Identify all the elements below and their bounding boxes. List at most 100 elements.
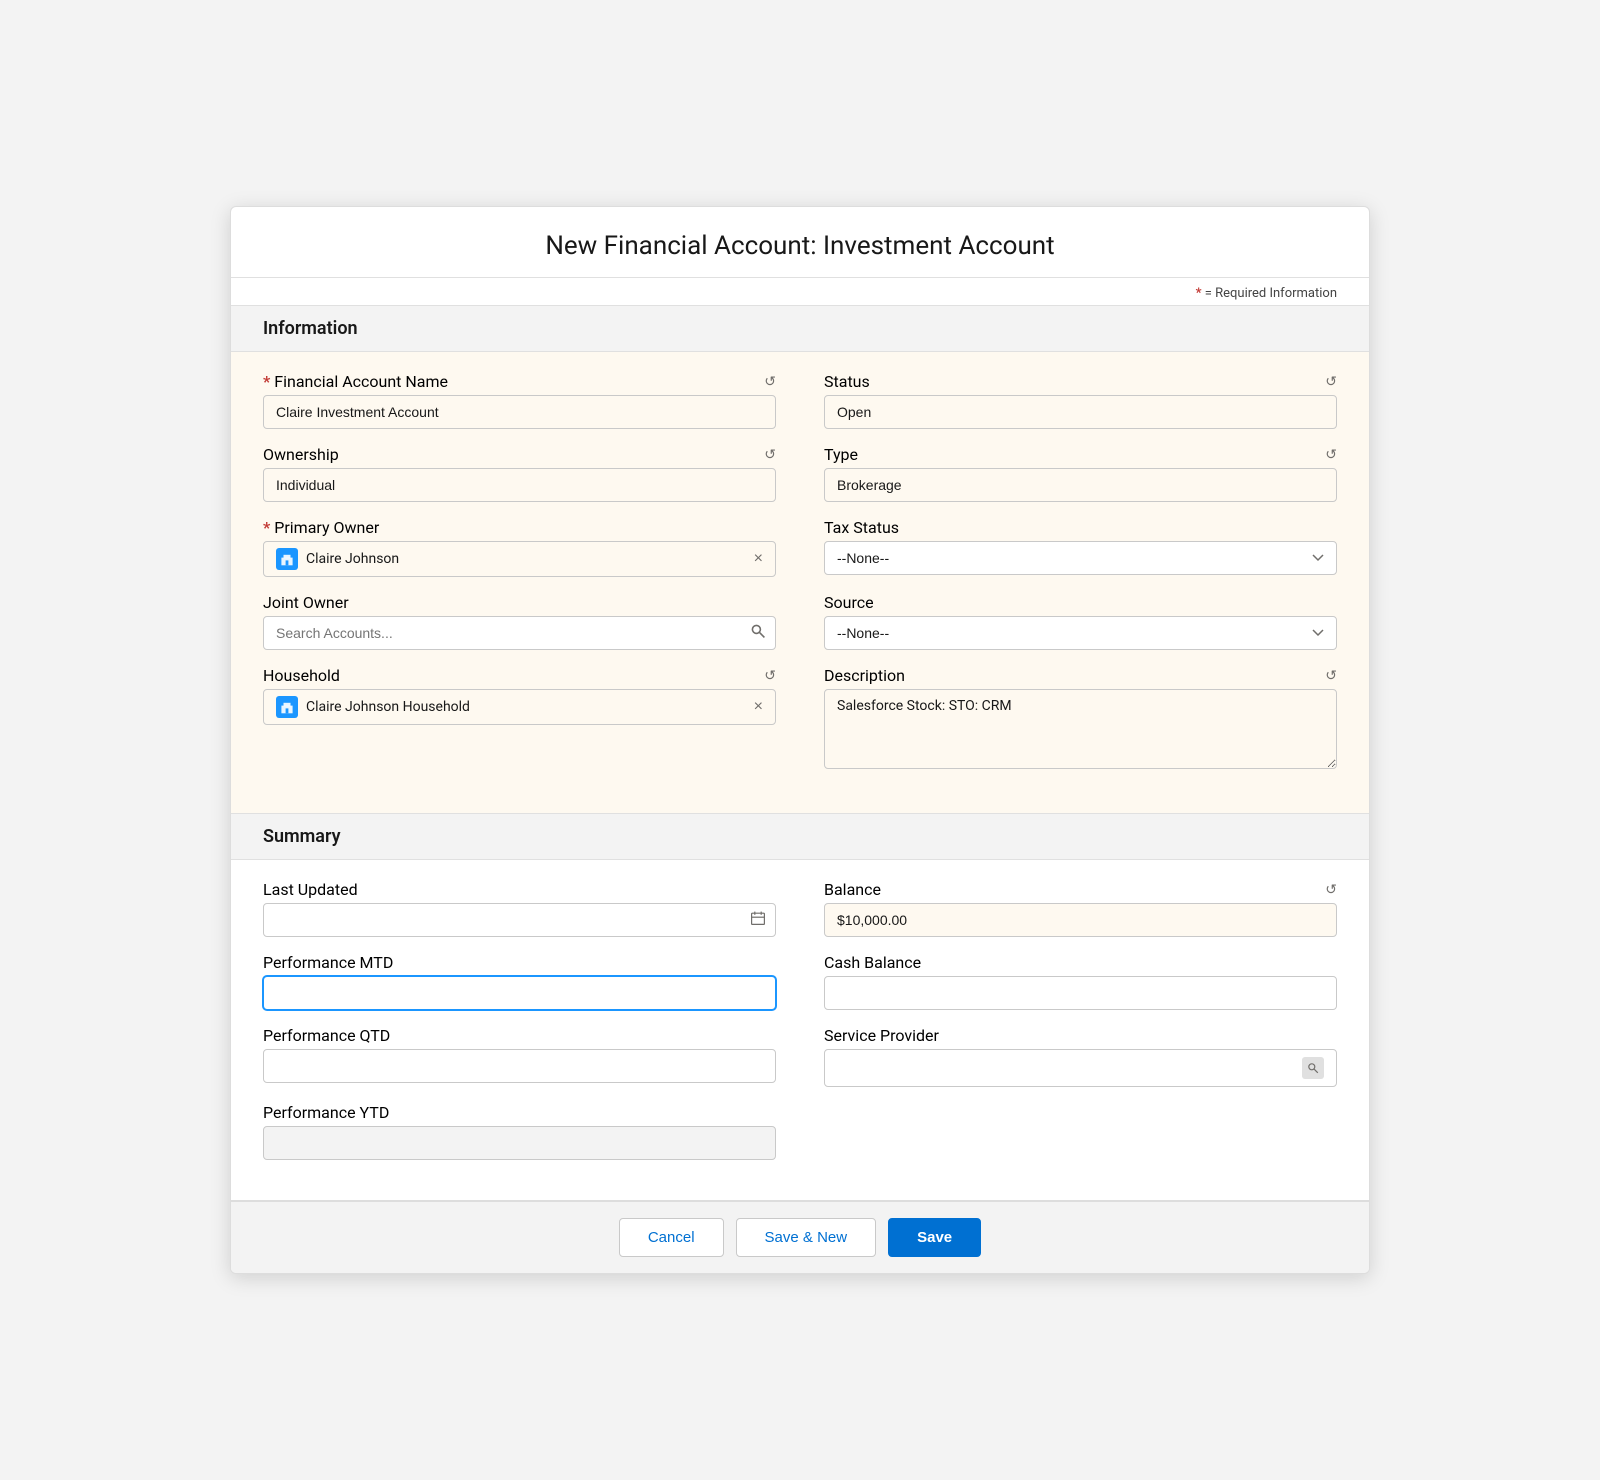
required-star-primary-owner: * [263, 518, 270, 537]
label-cash-balance: Cash Balance [824, 953, 921, 972]
building-icon [280, 552, 294, 566]
field-ownership: Ownership ↺ Individual Joint Other [263, 445, 776, 502]
field-financial-account-name: * Financial Account Name ↺ [263, 372, 776, 429]
section-information-header: Information [231, 305, 1369, 352]
field-label-row-ownership: Ownership ↺ [263, 445, 776, 464]
lookup-icon [1307, 1062, 1319, 1074]
required-asterisk: * [1196, 286, 1202, 301]
field-performance-qtd: Performance QTD [263, 1026, 776, 1087]
field-type: Type ↺ Brokerage IRA 401k Other [824, 445, 1337, 502]
household-icon [276, 696, 298, 718]
required-star-account-name: * [263, 372, 270, 391]
field-label-row-last-updated: Last Updated [263, 880, 776, 899]
section-summary-header: Summary [231, 813, 1369, 860]
select-ownership[interactable]: Individual Joint Other [263, 468, 776, 502]
field-status: Status ↺ Open Closed Pending [824, 372, 1337, 429]
field-primary-owner: * Primary Owner Claire Johnson × [263, 518, 776, 577]
select-status[interactable]: Open Closed Pending [824, 395, 1337, 429]
select-source[interactable]: --None-- Referral Direct [824, 616, 1337, 650]
input-financial-account-name[interactable] [263, 395, 776, 429]
section-information-body: * Financial Account Name ↺ Status ↺ Open… [231, 352, 1369, 813]
modal-title: New Financial Account: Investment Accoun… [263, 231, 1337, 261]
reset-type[interactable]: ↺ [1325, 446, 1337, 463]
field-service-provider: Service Provider [824, 1026, 1337, 1087]
input-joint-owner[interactable] [263, 616, 776, 650]
label-type: Type [824, 445, 858, 464]
reset-status[interactable]: ↺ [1325, 373, 1337, 390]
required-note: * = Required Information [231, 278, 1369, 305]
lookup-household[interactable]: Claire Johnson Household × [263, 689, 776, 725]
section-summary-label: Summary [263, 826, 341, 847]
field-last-updated: Last Updated [263, 880, 776, 937]
input-performance-mtd[interactable] [263, 976, 776, 1010]
primary-owner-value: Claire Johnson [306, 551, 746, 567]
calendar-icon[interactable] [750, 910, 766, 930]
select-tax-status[interactable]: --None-- Taxable Tax-Exempt [824, 541, 1337, 575]
field-household: Household ↺ Claire Johnson Household × [263, 666, 776, 773]
save-button[interactable]: Save [888, 1218, 981, 1257]
label-last-updated: Last Updated [263, 880, 358, 899]
field-performance-ytd: Performance YTD [263, 1103, 776, 1160]
label-household: Household [263, 666, 340, 685]
field-label-row-balance: Balance ↺ [824, 880, 1337, 899]
spacer-right [824, 1103, 1337, 1160]
input-performance-ytd[interactable] [263, 1126, 776, 1160]
lookup-service-provider[interactable] [824, 1049, 1337, 1087]
field-description: Description ↺ Salesforce Stock: STO: CRM [824, 666, 1337, 773]
reset-financial-account-name[interactable]: ↺ [764, 373, 776, 390]
input-balance[interactable] [824, 903, 1337, 937]
textarea-description[interactable]: Salesforce Stock: STO: CRM [824, 689, 1337, 769]
cancel-button[interactable]: Cancel [619, 1218, 724, 1257]
reset-household[interactable]: ↺ [764, 667, 776, 684]
label-joint-owner: Joint Owner [263, 593, 349, 612]
label-primary-owner: Primary Owner [274, 518, 379, 537]
building-icon-2 [280, 700, 294, 714]
label-financial-account-name: Financial Account Name [274, 372, 448, 391]
select-type[interactable]: Brokerage IRA 401k Other [824, 468, 1337, 502]
label-description: Description [824, 666, 905, 685]
label-text-primary-owner: * Primary Owner [263, 518, 379, 537]
required-note-text: = Required Information [1205, 286, 1337, 301]
section-information-label: Information [263, 318, 358, 339]
label-text-account-name: * Financial Account Name [263, 372, 448, 391]
label-performance-ytd: Performance YTD [263, 1103, 389, 1122]
field-label-row-primary-owner: * Primary Owner [263, 518, 776, 537]
input-last-updated[interactable] [263, 903, 776, 937]
field-label-row-performance-mtd: Performance MTD [263, 953, 776, 972]
reset-balance[interactable]: ↺ [1325, 881, 1337, 898]
field-label-row-performance-ytd: Performance YTD [263, 1103, 776, 1122]
field-performance-mtd: Performance MTD [263, 953, 776, 1010]
information-form-grid: * Financial Account Name ↺ Status ↺ Open… [263, 372, 1337, 789]
field-tax-status: Tax Status --None-- Taxable Tax-Exempt [824, 518, 1337, 577]
lookup-primary-owner[interactable]: Claire Johnson × [263, 541, 776, 577]
reset-ownership[interactable]: ↺ [764, 446, 776, 463]
save-new-button[interactable]: Save & New [736, 1218, 877, 1257]
field-label-row-status: Status ↺ [824, 372, 1337, 391]
field-label-row-household: Household ↺ [263, 666, 776, 685]
household-value: Claire Johnson Household [306, 699, 746, 715]
field-label-row-account-name: * Financial Account Name ↺ [263, 372, 776, 391]
clear-household[interactable]: × [754, 699, 763, 715]
field-label-row-performance-qtd: Performance QTD [263, 1026, 776, 1045]
search-joint-owner [263, 616, 776, 650]
modal-footer: Cancel Save & New Save [231, 1200, 1369, 1273]
label-service-provider: Service Provider [824, 1026, 939, 1045]
field-label-row-description: Description ↺ [824, 666, 1337, 685]
label-balance: Balance [824, 880, 881, 899]
reset-description[interactable]: ↺ [1325, 667, 1337, 684]
label-ownership: Ownership [263, 445, 339, 464]
input-cash-balance[interactable] [824, 976, 1337, 1010]
search-icon [750, 623, 766, 643]
field-label-row-tax-status: Tax Status [824, 518, 1337, 537]
field-source: Source --None-- Referral Direct [824, 593, 1337, 650]
modal-header: New Financial Account: Investment Accoun… [231, 207, 1369, 278]
field-joint-owner: Joint Owner [263, 593, 776, 650]
clear-primary-owner[interactable]: × [754, 551, 763, 567]
date-last-updated [263, 903, 776, 937]
label-tax-status: Tax Status [824, 518, 899, 537]
summary-form-grid: Last Updated Balance ↺ [263, 880, 1337, 1176]
section-summary-body: Last Updated Balance ↺ [231, 860, 1369, 1200]
label-performance-mtd: Performance MTD [263, 953, 393, 972]
label-performance-qtd: Performance QTD [263, 1026, 390, 1045]
input-performance-qtd[interactable] [263, 1049, 776, 1083]
